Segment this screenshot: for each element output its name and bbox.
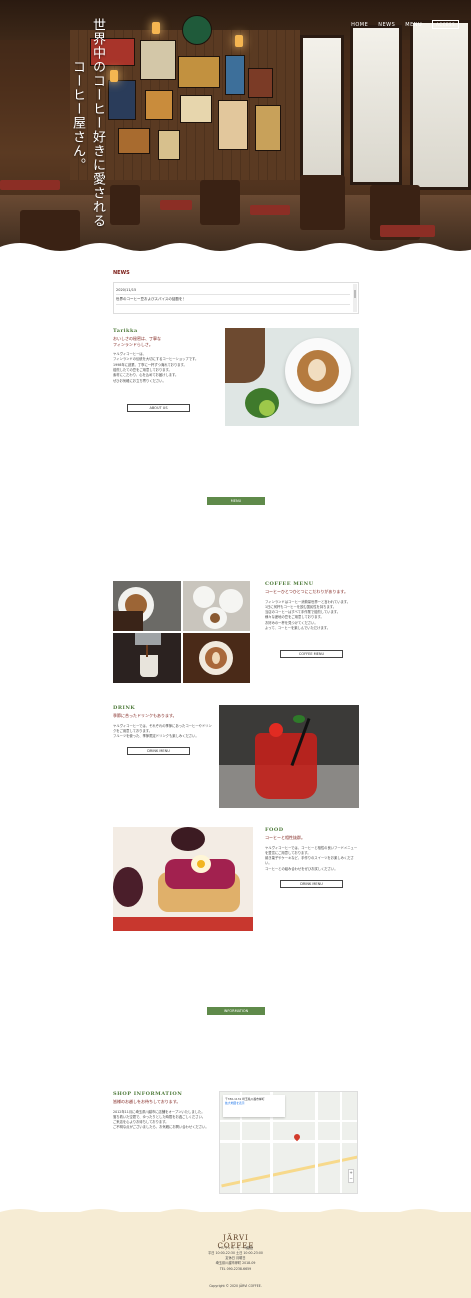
about-us-button[interactable]: ABOUT US	[127, 404, 190, 412]
news-list: 2020/11/15 世界のコーヒー豆およびスパイスの話題を！	[113, 282, 359, 314]
hero-title-line2: コーヒー屋さん。	[70, 60, 85, 172]
drink-body: ヤルヴィコーヒーでは、それぞれの季節にあったコーヒーやドリンクをご用意しておりま…	[113, 724, 213, 740]
shop-info-subtitle: 皆様のお越しをお待ちしております。	[113, 1099, 181, 1104]
footer-info-line: TEL 090-2238-6659	[219, 1266, 252, 1271]
food-body-line: ヤルヴィコーヒーでは、コーヒーと相性の良いフードメニューを豊富にご用意しておりま…	[265, 845, 358, 855]
coffee-photo-1	[113, 581, 181, 631]
news-item[interactable]: 2020/11/15	[116, 286, 350, 295]
hero-wave	[0, 243, 471, 255]
map-info-card: 〒350-1131 埼玉県川越市岸町 拡大地図を表示	[223, 1095, 285, 1117]
drink-body-line: フルーツを使った、季節限定ドリンクも楽しみください。	[113, 734, 199, 739]
drink-section: DRINK 季節に合ったドリンクもあります。 ヤルヴィコーヒーでは、それぞれの季…	[113, 705, 213, 739]
food-photo	[113, 827, 253, 931]
shop-info-section: SHOP INFORMATION 皆様のお越しをお待ちしております。 2012年…	[113, 1091, 213, 1131]
shop-info-title: SHOP INFORMATION	[113, 1091, 183, 1097]
about-body-line: ぜひお気軽にお立ち寄りください。	[113, 378, 166, 383]
shop-map[interactable]: 〒350-1131 埼玉県川越市岸町 拡大地図を表示 + −	[219, 1091, 358, 1194]
nav-home[interactable]: HOME	[351, 22, 368, 28]
drink-title: DRINK	[113, 705, 136, 711]
about-title: Tarikka	[113, 328, 138, 334]
coffee-photo-3	[113, 633, 181, 683]
menu-section-heading[interactable]: MENU	[207, 497, 265, 505]
about-subtitle-2: フィンランドらしさ。	[113, 341, 153, 347]
food-body-line: 焼き菓子やケーキなど、手作りのスイーツをお楽しみください。	[265, 856, 354, 866]
news-title: NEWS	[113, 270, 130, 276]
shop-info-body: 2012年11月に埼玉県川越市に店舗をオープンいたしました。 落ち着いた空間で、…	[113, 1110, 213, 1131]
food-title: FOOD	[265, 827, 284, 833]
hero-title-line1: 世界中のコーヒー好きに愛される	[90, 18, 105, 228]
coffee-body-line: よって、コーヒーを楽しんでいただけます。	[265, 625, 331, 630]
drink-subtitle: 季節に合ったドリンクもあります。	[113, 713, 177, 718]
food-subtitle: コーヒーと相性抜群。	[265, 835, 305, 840]
latte-photo	[225, 328, 359, 426]
footer-wave	[0, 1209, 471, 1218]
coffee-menu-title: COFFEE MENU	[265, 581, 314, 587]
top-nav: HOME NEWS MENU ACCESS	[351, 20, 459, 29]
coffee-menu-body: フィンランドはコーヒー消費量世界一と言われています。 1日に何杯もコーヒーを飲む…	[265, 600, 360, 632]
coffee-menu-subtitle: コーヒーひとつひとつにこだわりがあります。	[265, 589, 348, 594]
nav-access-button[interactable]: ACCESS	[432, 20, 459, 29]
food-section: FOOD コーヒーと相性抜群。 ヤルヴィコーヒーでは、コーヒーと相性の良いフード…	[265, 827, 360, 872]
drink-menu-button[interactable]: DRINK MENU	[127, 747, 190, 755]
nav-news[interactable]: NEWS	[378, 22, 395, 28]
about-section: Tarikka おいしさの秘密は、丁寧な フィンランドらしさ。 ヤルヴィコーヒー…	[113, 328, 218, 384]
food-body: ヤルヴィコーヒーでは、コーヒーと相性の良いフードメニューを豊富にご用意しておりま…	[265, 846, 360, 872]
footer-info: ヤルヴィコーヒー川越店 平日 10:00-22:30 土日 10:00-23:0…	[170, 1246, 301, 1272]
nav-menu[interactable]: MENU	[405, 22, 422, 28]
news-scrollbar[interactable]	[353, 284, 357, 312]
coffee-photo-2	[183, 581, 250, 631]
food-menu-button[interactable]: DRINK MENU	[280, 880, 343, 888]
hero-image: 世界中のコーヒー好きに愛される コーヒー屋さん。	[0, 0, 471, 255]
map-zoom-control[interactable]: + −	[348, 1169, 354, 1183]
map-link[interactable]: 拡大地図を表示	[225, 1101, 283, 1105]
copyright: Copyright © 2020 JÄRVI COFFEE.	[209, 1284, 262, 1288]
footer: JÄRVI COFFEE ヤルヴィコーヒー川越店 平日 10:00-22:30 …	[0, 1209, 471, 1298]
food-body-line: コーヒーとの組み合わせをぜひお試しください。	[265, 866, 338, 871]
shop-body-line: ご不明な点がございましたら、お気軽にお問い合わせください。	[113, 1125, 209, 1130]
coffee-menu-button[interactable]: COFFEE MENU	[280, 650, 343, 658]
news-section: NEWS 2020/11/15 世界のコーヒー豆およびスパイスの話題を！	[113, 270, 359, 314]
drink-photo	[219, 705, 359, 808]
about-body: ヤルヴィコーヒーは、 フィンランドの伝統を大切にするコーヒーショップです。 19…	[113, 352, 218, 384]
coffee-menu-section: COFFEE MENU コーヒーひとつひとつにこだわりがあります。 フィンランド…	[265, 581, 360, 631]
information-section-heading[interactable]: INFORMATION	[207, 1007, 265, 1015]
news-item[interactable]: 世界のコーヒー豆およびスパイスの話題を！	[116, 295, 350, 305]
coffee-photo-4	[183, 633, 250, 683]
drink-body-line: ヤルヴィコーヒーでは、それぞれの季節にあったコーヒーやドリンクをご用意しておりま…	[113, 723, 212, 733]
